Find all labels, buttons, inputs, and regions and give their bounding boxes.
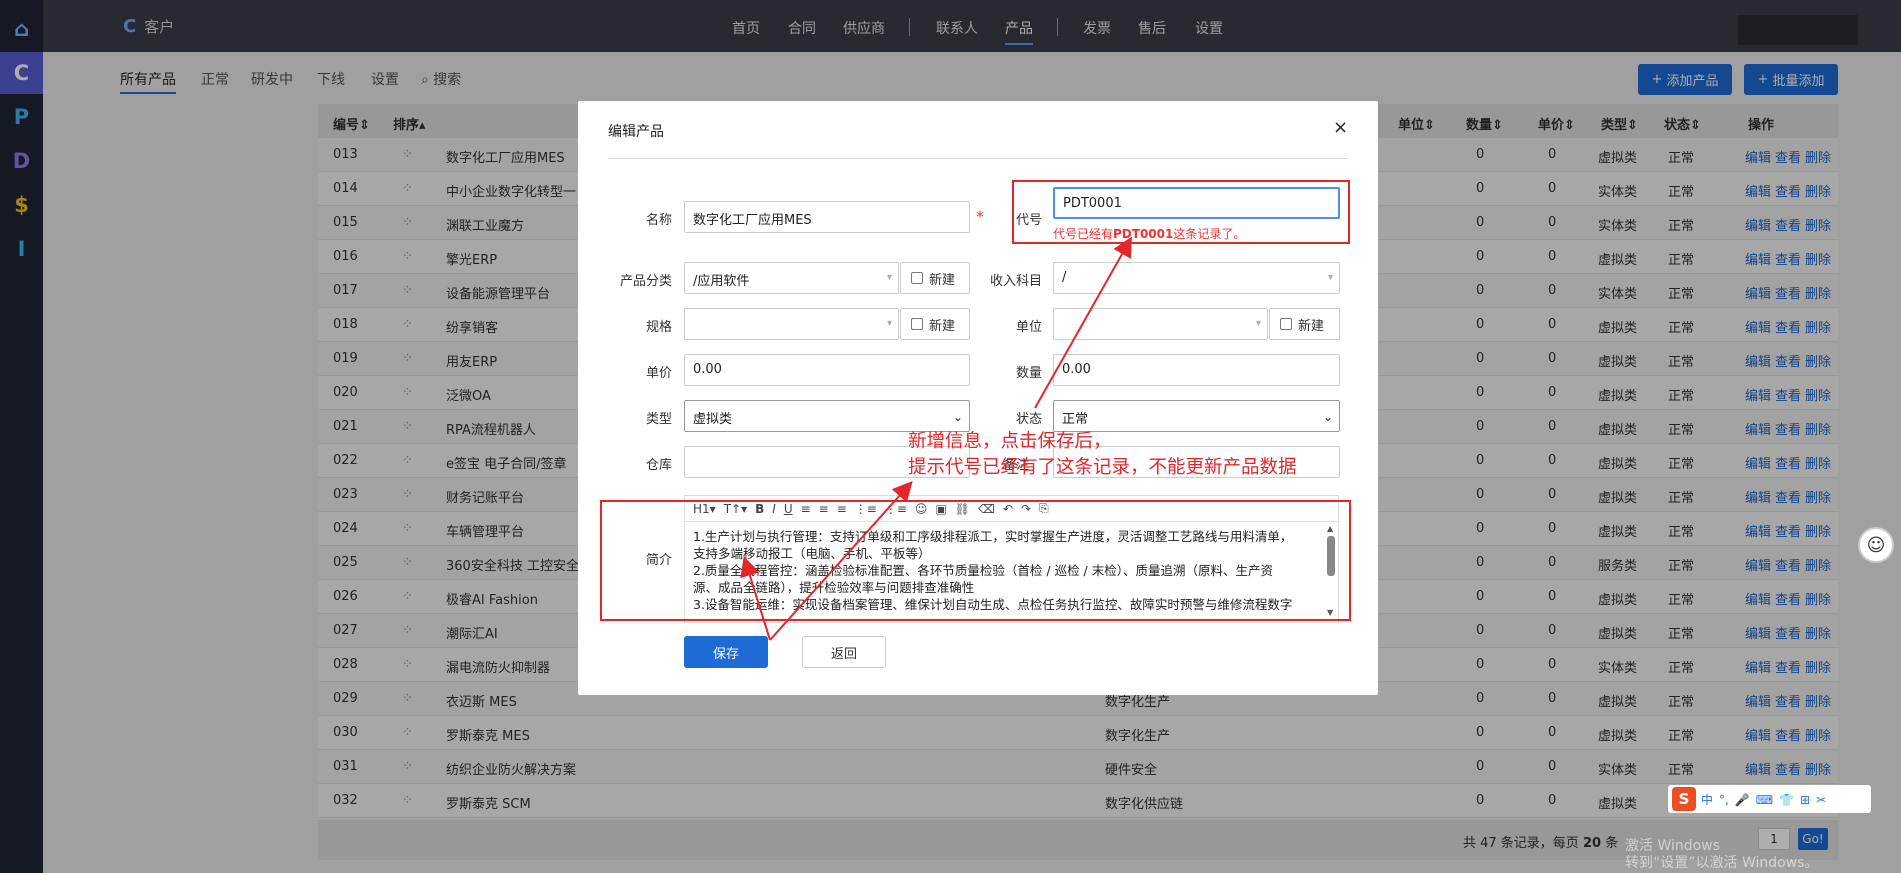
dialog-divider [608, 158, 1348, 159]
back-button[interactable]: 返回 [802, 636, 886, 668]
editor-tool-icon[interactable]: ⋮≡ [885, 502, 907, 516]
spec-label: 规格 [646, 320, 673, 335]
checkbox-icon [911, 318, 923, 330]
chevron-down-icon: ▾ [1255, 318, 1261, 329]
annotation-line-1: 新增信息，点击保存后， [908, 431, 1112, 452]
required-mark: * [976, 207, 984, 226]
ime-toolbar: S 中 °, 🎤 ⌨ 👕 ⊞ ✂ [1668, 785, 1871, 813]
code-error-message: 代号已经有PDT0001这条记录了。 [1053, 227, 1246, 241]
scroll-thumb[interactable] [1327, 536, 1335, 576]
close-icon[interactable]: × [1333, 117, 1348, 138]
unit-select[interactable]: ▾ [1053, 308, 1268, 340]
editor-tool-icon[interactable]: ↶ [1003, 502, 1013, 516]
editor-tool-icon[interactable]: ⛓ [955, 502, 970, 516]
chevron-down-icon: ▾ [886, 272, 892, 283]
qty-input[interactable]: 0.00 [1053, 354, 1340, 386]
editor-tool-icon[interactable]: ↷ [1021, 502, 1031, 516]
editor-scrollbar[interactable]: ▲ ▼ [1326, 524, 1336, 620]
checkbox-icon [911, 272, 923, 284]
editor-content[interactable]: 1.生产计划与执行管理：支持订单级和工序级排程派工，实时掌握生产进度，灵活调整工… [693, 528, 1313, 613]
editor-tool-icon[interactable]: ≡ [837, 502, 847, 516]
ime-tool-icon[interactable]: ⊞ [1800, 793, 1810, 807]
dialog-title: 编辑产品 [608, 124, 664, 140]
chevron-down-icon: ▾ [886, 318, 892, 329]
editor-line: 1.生产计划与执行管理：支持订单级和工序级排程派工，实时掌握生产进度，灵活调整工… [693, 529, 1293, 544]
ime-tool-icon[interactable]: 👕 [1779, 793, 1794, 807]
income-label: 收入科目 [990, 274, 1043, 289]
ime-tool-icon[interactable]: ✂ [1816, 793, 1826, 807]
sogou-logo-icon[interactable]: S [1672, 787, 1696, 811]
editor-tool-icon[interactable]: ≡ [801, 502, 811, 516]
price-input[interactable]: 0.00 [684, 354, 970, 386]
type-label: 类型 [646, 412, 673, 427]
price-label: 单价 [646, 366, 673, 381]
unit-label: 单位 [1016, 320, 1043, 335]
edit-product-dialog: 编辑产品 × 名称 数字化工厂应用MES * 代号 PDT0001 代号已经有P… [578, 101, 1378, 695]
qty-label: 数量 [1016, 366, 1043, 381]
income-select[interactable]: / ▾ [1053, 262, 1340, 294]
editor-tool-icon[interactable]: ▣ [935, 502, 946, 516]
ime-tool-icon[interactable]: 中 [1701, 793, 1713, 807]
intro-label: 简介 [646, 553, 673, 568]
ime-tool-icon[interactable]: °, [1719, 793, 1729, 807]
editor-tool-icon[interactable]: T↑▾ [724, 502, 747, 516]
ime-tool-icon[interactable]: ⌨ [1756, 793, 1773, 807]
editor-line: 支持多端移动报工（电脑、手机、平板等） [693, 546, 931, 561]
editor-line: 3.设备智能运维：实现设备档案管理、维保计划自动生成、点检任务执行监控、故障实时… [693, 597, 1293, 612]
code-label: 代号 [1016, 213, 1043, 228]
annotation-line-2: 提示代号已经有了这条记录，不能更新产品数据 [908, 457, 1297, 478]
editor-tool-icon[interactable]: ≡ [819, 502, 829, 516]
editor-tool-icon[interactable]: ⌫ [978, 502, 995, 516]
editor-tool-icon[interactable]: U [784, 502, 793, 516]
status-select[interactable]: 正常 ⌄ [1053, 400, 1340, 432]
code-input[interactable]: PDT0001 [1053, 187, 1340, 219]
chevron-down-icon: ▾ [1327, 272, 1333, 283]
new-unit-checkbox[interactable]: 新建 [1269, 308, 1340, 340]
editor-tool-icon[interactable]: ☺ [915, 502, 928, 516]
editor-tool-icon[interactable]: ⎘ [1039, 501, 1049, 516]
checkbox-icon [1280, 318, 1292, 330]
name-input[interactable]: 数字化工厂应用MES [684, 201, 970, 233]
spec-select[interactable]: ▾ [684, 308, 899, 340]
new-category-checkbox[interactable]: 新建 [900, 262, 970, 294]
status-label: 状态 [1016, 412, 1043, 427]
name-label: 名称 [646, 213, 673, 228]
category-select[interactable]: /应用软件 ▾ [684, 262, 899, 294]
editor-line: 2.质量全流程管控：涵盖检验标准配置、各环节质量检验（首检 / 巡检 / 末检）… [693, 563, 1273, 578]
editor-line: 源、成品全链路），提升检验效率与问题排查准确性 [693, 580, 975, 595]
type-select[interactable]: 虚拟类 ⌄ [684, 400, 970, 432]
avatar[interactable]: ☺ [1858, 527, 1894, 563]
intro-rich-editor[interactable]: H1▾ T↑▾ B I U ≡ ≡ ≡ ⋮≡ ⋮≡ ☺ ▣ ⛓ ⌫ ↶ ↷ ⎘ 1.生产计划与执行管理：支持订单… [684, 495, 1339, 623]
editor-tool-icon[interactable]: I [772, 502, 776, 516]
scroll-up-icon[interactable]: ▲ [1327, 524, 1333, 533]
editor-toolbar: H1▾ T↑▾ B I U ≡ ≡ ≡ ⋮≡ ⋮≡ ☺ ▣ ⛓ ⌫ ↶ ↷ ⎘ [685, 496, 1338, 522]
category-label: 产品分类 [620, 274, 673, 289]
editor-tool-icon[interactable]: ⋮≡ [855, 502, 877, 516]
editor-tool-icon[interactable]: B [755, 502, 764, 516]
new-spec-checkbox[interactable]: 新建 [900, 308, 970, 340]
save-button[interactable]: 保存 [684, 636, 768, 668]
chevron-down-icon: ⌄ [1322, 410, 1333, 424]
editor-tool-icon[interactable]: H1▾ [693, 502, 716, 516]
scroll-down-icon[interactable]: ▼ [1327, 608, 1333, 617]
ime-tool-icon[interactable]: 🎤 [1735, 793, 1750, 807]
chevron-down-icon: ⌄ [952, 410, 963, 424]
windows-activation-watermark: 激活 Windows 转到“设置”以激活 Windows。 [1625, 838, 1819, 871]
warehouse-label: 仓库 [646, 458, 673, 473]
